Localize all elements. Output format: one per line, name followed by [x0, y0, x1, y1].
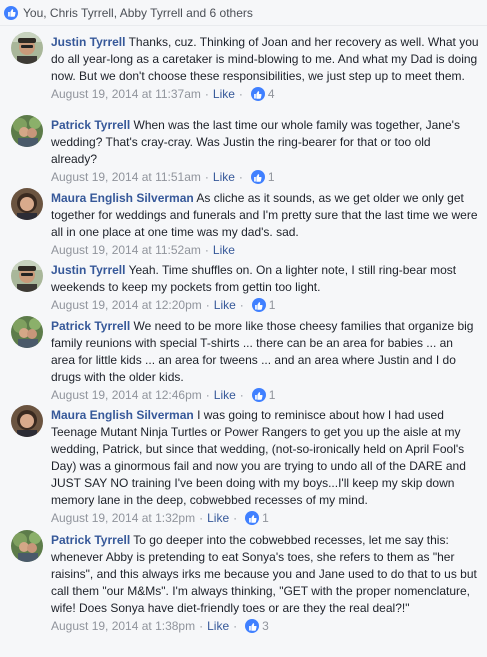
comment-timestamp[interactable]: August 19, 2014 at 1:38pm	[51, 618, 195, 634]
comment: Justin Tyrrell Yeah. Time shuffles on. O…	[0, 254, 487, 312]
avatar-maura[interactable]	[11, 405, 43, 437]
comment-author[interactable]: Maura English Silverman	[51, 191, 194, 205]
avatar-justin[interactable]	[11, 32, 43, 64]
comment-timestamp[interactable]: August 19, 2014 at 11:37am	[51, 86, 201, 102]
comment-list: Justin Tyrrell Thanks, cuz. Thinking of …	[0, 26, 487, 654]
comment-author[interactable]: Justin Tyrrell	[51, 35, 125, 49]
comment: Patrick Tyrrell When was the last time o…	[0, 109, 487, 184]
avatar-justin[interactable]	[11, 260, 43, 292]
comment: Maura English Silverman As cliche as it …	[0, 182, 487, 257]
comment-text: I was going to reminisce about how I had…	[51, 408, 466, 507]
like-icon	[245, 511, 260, 525]
separator: ·	[199, 619, 204, 633]
comment-author[interactable]: Patrick Tyrrell	[51, 118, 130, 132]
like-icon	[245, 619, 260, 633]
separator: ·	[238, 87, 243, 101]
comment: Patrick Tyrrell We need to be more like …	[0, 310, 487, 402]
comment-author[interactable]: Justin Tyrrell	[51, 263, 125, 277]
separator: ·	[204, 87, 209, 101]
comment: Maura English Silverman I was going to r…	[0, 399, 487, 525]
comment: Patrick Tyrrell To go deeper into the co…	[0, 524, 487, 654]
like-button[interactable]: Like	[207, 618, 229, 634]
avatar-maura[interactable]	[11, 188, 43, 220]
avatar-patrick[interactable]	[11, 316, 43, 348]
like-button[interactable]: Like	[213, 86, 235, 102]
separator: ·	[233, 619, 238, 633]
avatar-patrick[interactable]	[11, 115, 43, 147]
like-icon	[4, 5, 18, 20]
comment-author[interactable]: Maura English Silverman	[51, 408, 194, 422]
avatar-patrick[interactable]	[11, 530, 43, 562]
like-icon	[250, 87, 265, 101]
comment-author[interactable]: Patrick Tyrrell	[51, 533, 130, 547]
reactions-bar[interactable]: You, Chris Tyrrell, Abby Tyrrell and 6 o…	[0, 0, 487, 26]
like-count[interactable]: 3	[262, 618, 269, 634]
like-count[interactable]: 4	[268, 86, 275, 102]
reactions-summary[interactable]: You, Chris Tyrrell, Abby Tyrrell and 6 o…	[23, 6, 253, 20]
comment: Justin Tyrrell Thanks, cuz. Thinking of …	[0, 26, 487, 109]
comment-author[interactable]: Patrick Tyrrell	[51, 319, 130, 333]
